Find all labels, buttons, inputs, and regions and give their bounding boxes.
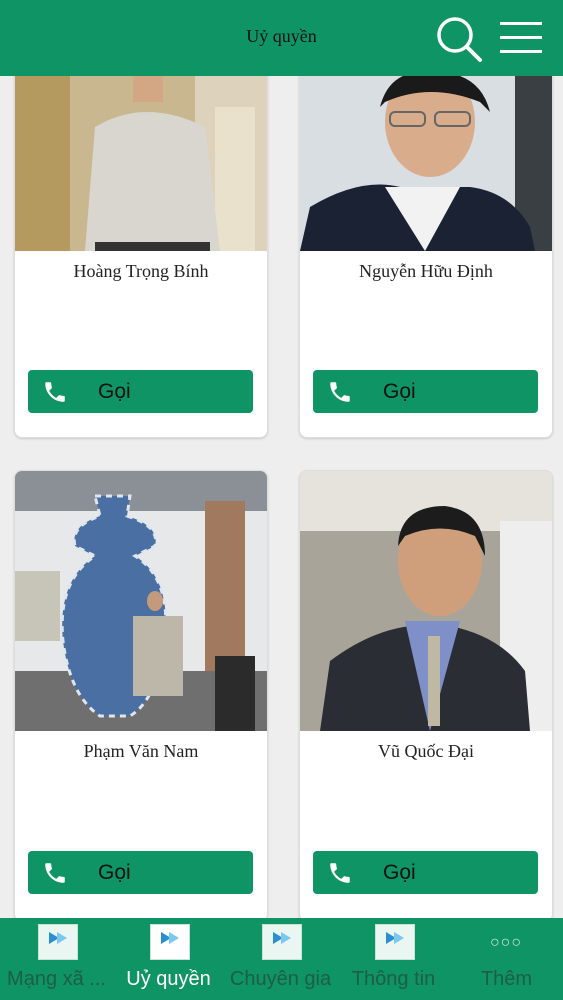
call-label: Gọi (98, 380, 131, 403)
phone-icon (45, 863, 65, 883)
tab-more[interactable]: ○○○ Thêm (450, 918, 563, 1000)
tab-label: Thêm (480, 968, 533, 990)
tab-label: Chuyên gia (229, 968, 332, 990)
person-photo (300, 76, 552, 251)
tab-information[interactable]: Thông tin (337, 918, 450, 1000)
person-name: Nguyễn Hữu Định (359, 261, 493, 281)
app-logo-icon (375, 924, 415, 960)
person-card[interactable]: Hoàng Trọng Bính Gọi (14, 76, 268, 438)
call-label: Gọi (383, 380, 416, 403)
call-button[interactable]: Gọi (28, 851, 253, 894)
more-dots-icon: ○○○ (490, 934, 522, 951)
tab-social-network[interactable]: Mạng xã ... (0, 918, 113, 1000)
call-button[interactable]: Gọi (28, 370, 253, 413)
app-logo-icon (262, 924, 302, 960)
person-photo (15, 471, 267, 731)
tab-label: Mạng xã ... (7, 968, 106, 990)
call-button[interactable]: Gọi (313, 851, 538, 894)
tab-label: Thông tin (351, 968, 436, 990)
bottom-navigation: Mạng xã ... Uỷ quyền Chuyên gia Thông ti… (0, 918, 563, 1000)
person-name: Vũ Quốc Đại (378, 741, 474, 761)
person-card[interactable]: Vũ Quốc Đại Gọi (299, 470, 553, 918)
app-logo-icon (38, 924, 78, 960)
app-logo-icon (150, 924, 190, 960)
search-icon[interactable] (434, 14, 484, 64)
person-photo (15, 76, 267, 251)
people-grid[interactable]: Hoàng Trọng Bính Gọi Nguyễn Hữu Định Gọi (0, 76, 563, 918)
tab-delegation[interactable]: Uỷ quyền (112, 918, 225, 1000)
call-button[interactable]: Gọi (313, 370, 538, 413)
phone-icon (330, 863, 350, 883)
person-card[interactable]: Phạm Văn Nam Gọi (14, 470, 268, 918)
call-label: Gọi (383, 861, 416, 884)
phone-icon (45, 382, 65, 402)
tab-experts[interactable]: Chuyên gia (224, 918, 337, 1000)
call-label: Gọi (98, 861, 131, 884)
person-card[interactable]: Nguyễn Hữu Định Gọi (299, 76, 553, 438)
app-header: Uỷ quyền (0, 0, 563, 76)
tab-label: Uỷ quyền (126, 968, 211, 990)
person-name: Phạm Văn Nam (83, 741, 199, 761)
hamburger-menu-icon[interactable] (498, 18, 544, 58)
phone-icon (330, 382, 350, 402)
person-photo (300, 471, 552, 731)
person-name: Hoàng Trọng Bính (73, 261, 209, 281)
